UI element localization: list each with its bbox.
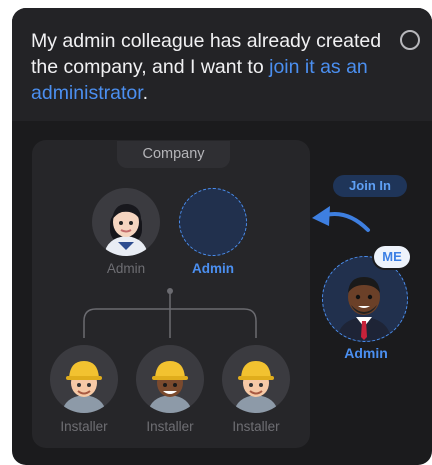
join-in-badge: Join In bbox=[333, 175, 407, 197]
new-admin-placeholder bbox=[179, 188, 247, 256]
curved-arrow-icon bbox=[324, 212, 370, 232]
me-avatar bbox=[322, 256, 408, 342]
new-admin-label: Admin bbox=[192, 261, 234, 276]
installer-avatar-2 bbox=[136, 345, 204, 413]
installer-avatar-3 bbox=[222, 345, 290, 413]
installer-avatar-1 bbox=[50, 345, 118, 413]
installer-label-3: Installer bbox=[232, 419, 280, 434]
installer-label-2: Installer bbox=[146, 419, 194, 434]
option-card[interactable]: My admin colleague has already created t… bbox=[12, 8, 432, 465]
admin-label: Admin bbox=[106, 261, 146, 276]
admin-avatar bbox=[92, 188, 160, 256]
me-label: Admin bbox=[344, 345, 388, 361]
me-badge: ME bbox=[374, 246, 410, 268]
installer-label-1: Installer bbox=[60, 419, 108, 434]
